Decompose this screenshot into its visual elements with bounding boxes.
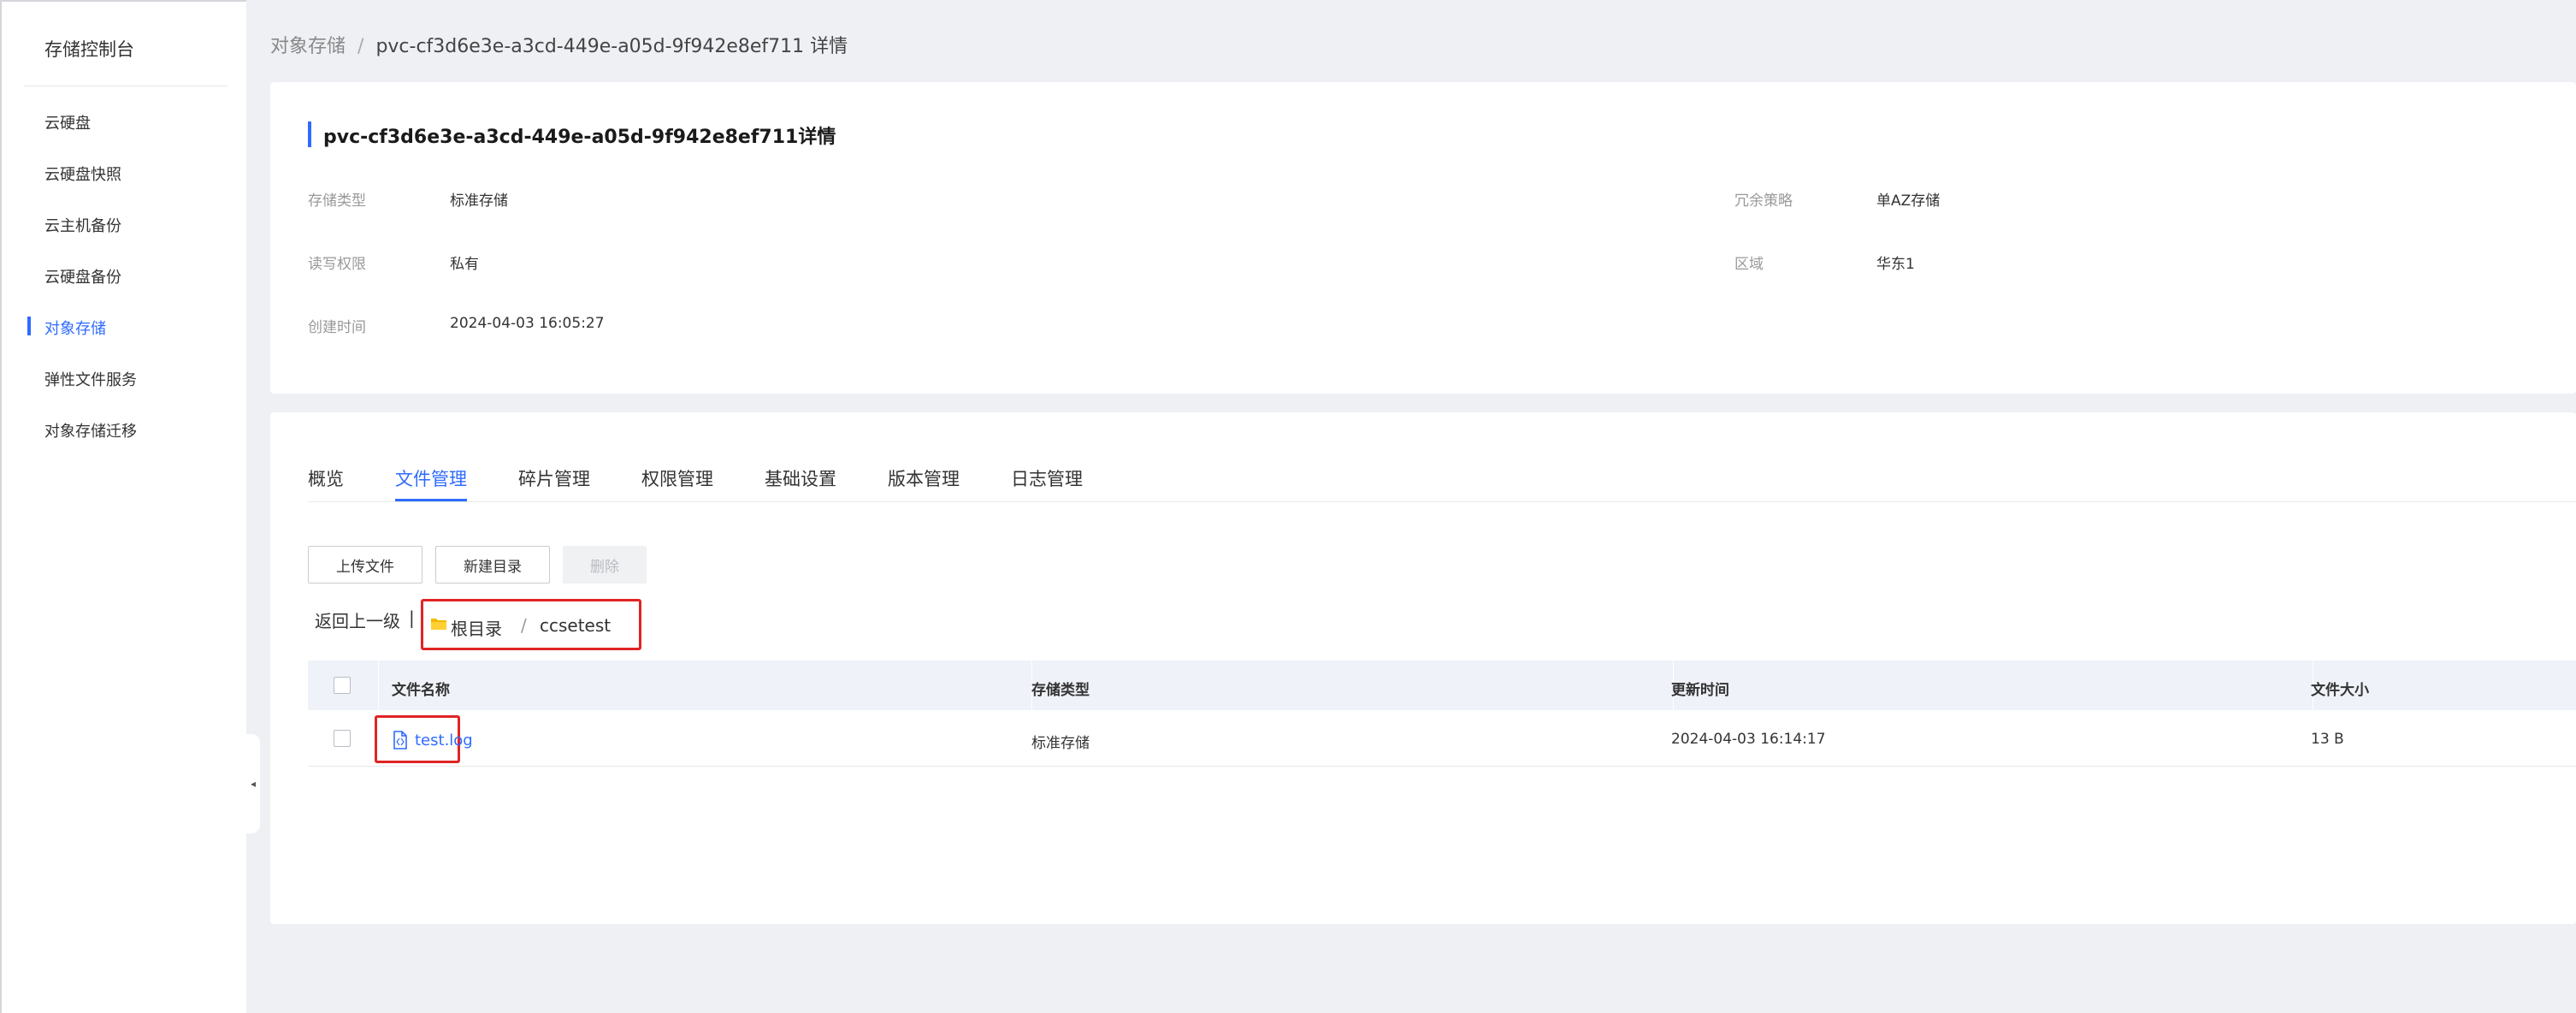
bucket-detail-card: pvc-cf3d6e3e-a3cd-449e-a05d-9f942e8ef711… [270, 82, 2576, 394]
delete-button[interactable]: 删除 [563, 546, 647, 584]
path-breadcrumb: 根目录 / ccsetest [421, 599, 641, 650]
new-directory-button[interactable]: 新建目录 [435, 546, 550, 584]
row-checkbox[interactable] [334, 730, 351, 747]
column-header-updated-time: 更新时间 [1671, 682, 1729, 699]
folder-icon [431, 619, 446, 630]
region-label: 区域 [1734, 256, 1764, 273]
column-header-storage-type: 存储类型 [1031, 682, 1090, 699]
redundancy-label: 冗余策略 [1734, 193, 1793, 210]
back-separator: | [409, 607, 415, 628]
sidebar-item-object-storage-migration[interactable]: 对象存储迁移 [44, 419, 137, 441]
breadcrumb: 对象存储 / pvc-cf3d6e3e-a3cd-449e-a05d-9f942e8… [270, 31, 848, 58]
created-time-value: 2024-04-03 16:05:27 [450, 315, 605, 332]
active-tab-indicator [395, 499, 467, 501]
file-icon [393, 731, 407, 749]
region-value: 华东1 [1876, 256, 1915, 273]
file-name-cell: test.log [375, 715, 473, 763]
tabs-divider [308, 501, 2576, 502]
breadcrumb-object-storage[interactable]: 对象存储 [270, 36, 346, 57]
sidebar: 存储控制台 云硬盘 云硬盘快照 云主机备份 云硬盘备份 对象存储 弹性文件服务 … [0, 0, 246, 1013]
sidebar-active-indicator [27, 317, 31, 335]
tab-basic-settings[interactable]: 基础设置 [765, 465, 836, 491]
sidebar-item-elastic-file-service[interactable]: 弹性文件服务 [44, 368, 137, 390]
chevron-left-icon: ◂ [250, 778, 257, 790]
file-name-link[interactable]: test.log [415, 732, 473, 749]
path-current-folder: ccsetest [540, 615, 612, 636]
file-size-cell: 13 B [2311, 731, 2344, 748]
sidebar-item-host-backup[interactable]: 云主机备份 [44, 214, 121, 236]
permission-label: 读写权限 [308, 256, 366, 273]
column-header-file-name: 文件名称 [392, 682, 450, 699]
sidebar-item-disk-backup[interactable]: 云硬盘备份 [44, 265, 121, 287]
table-header: 文件名称 存储类型 更新时间 文件大小 [308, 661, 2576, 710]
tab-version-management[interactable]: 版本管理 [888, 465, 960, 491]
path-root-link[interactable]: 根目录 [451, 615, 502, 640]
path-separator: / [521, 615, 527, 636]
storage-type-value: 标准存储 [450, 193, 508, 210]
updated-time-cell: 2024-04-03 16:14:17 [1671, 731, 1826, 748]
tab-log-management[interactable]: 日志管理 [1011, 465, 1083, 491]
sidebar-title: 存储控制台 [44, 39, 134, 60]
storage-type-label: 存储类型 [308, 193, 366, 210]
storage-type-cell: 标准存储 [1031, 735, 1090, 752]
tab-file-management[interactable]: 文件管理 [395, 465, 467, 491]
redundancy-value: 单AZ存储 [1876, 193, 1941, 210]
sidebar-item-disk-snapshot[interactable]: 云硬盘快照 [44, 163, 121, 185]
title-accent-bar [308, 121, 311, 147]
tab-permission-management[interactable]: 权限管理 [641, 465, 713, 491]
table-row: 标准存储 2024-04-03 16:14:17 13 B [308, 710, 2576, 767]
sidebar-item-object-storage[interactable]: 对象存储 [44, 317, 106, 339]
breadcrumb-current: pvc-cf3d6e3e-a3cd-449e-a05d-9f942e8ef711… [375, 36, 848, 57]
breadcrumb-separator: / [357, 36, 364, 57]
tab-overview[interactable]: 概览 [308, 465, 344, 491]
detail-title: pvc-cf3d6e3e-a3cd-449e-a05d-9f942e8ef711… [323, 127, 836, 148]
upload-file-button[interactable]: 上传文件 [308, 546, 422, 584]
tab-fragment-management[interactable]: 碎片管理 [518, 465, 590, 491]
sidebar-collapse-button[interactable]: ◂ [246, 734, 260, 833]
created-time-label: 创建时间 [308, 319, 366, 336]
select-all-checkbox[interactable] [334, 677, 351, 694]
back-to-parent-link[interactable]: 返回上一级 [315, 607, 400, 632]
sidebar-item-cloud-disk[interactable]: 云硬盘 [44, 111, 91, 133]
column-header-file-size: 文件大小 [2311, 682, 2369, 699]
column-separator [378, 661, 379, 710]
permission-value: 私有 [450, 256, 479, 273]
file-management-card: 概览 文件管理 碎片管理 权限管理 基础设置 版本管理 日志管理 上传文件 新建… [270, 412, 2576, 924]
